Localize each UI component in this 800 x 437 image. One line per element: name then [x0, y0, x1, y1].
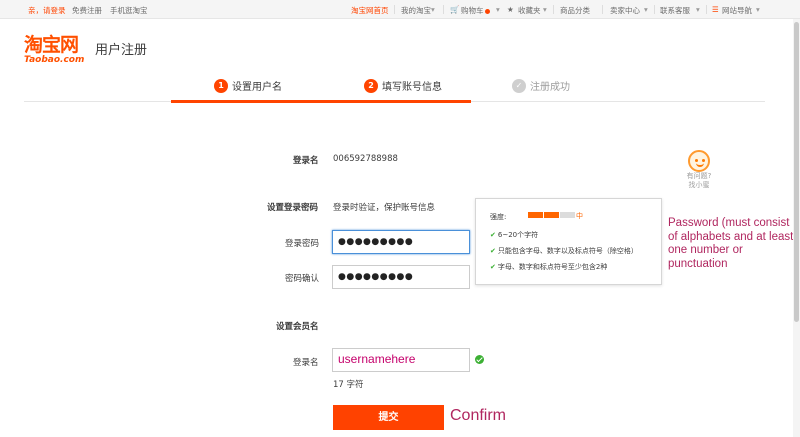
help-assistant[interactable]: 有问题? 找小蜜 [681, 146, 717, 198]
password-section-label: 设置登录密码 [267, 203, 319, 213]
member-section-label: 设置会员名 [276, 322, 319, 332]
strength-label: 强度: [490, 213, 507, 221]
password-label: 登录密码 [285, 239, 320, 249]
step-number: 2 [364, 78, 378, 93]
rule-text: 6~20个字符 [497, 231, 539, 239]
confirm-password-value: ●●●●●●●●● [338, 272, 414, 282]
step-set-username: 1 设置用户名 [214, 78, 282, 96]
check-icon: ✔ [490, 231, 496, 239]
step-1-indicator [171, 100, 321, 103]
member-name-input[interactable]: usernamehere [332, 348, 470, 372]
login-link[interactable]: 亲，请登录 [28, 5, 66, 16]
success-check-icon [475, 355, 484, 364]
rule-text: 只能包含字母、数字以及标点符号（除空格） [497, 247, 638, 255]
login-name-value: 006592788988 [333, 154, 398, 164]
step-label: 注册成功 [530, 82, 570, 93]
divider [394, 5, 395, 14]
step-label: 填写账号信息 [382, 82, 442, 93]
register-link[interactable]: 免费注册 [72, 5, 102, 16]
password-section-hint: 登录时验证，保护账号信息 [333, 203, 436, 213]
check-icon: ✓ [512, 78, 526, 93]
confirm-annotation: Confirm [450, 407, 507, 424]
password-value: ●●●●●●●●● [338, 237, 414, 247]
eye [702, 159, 705, 162]
rule-combination: ✔ 字母、数字和标点符号至少包含2种 [490, 262, 607, 272]
member-name-label: 登录名 [293, 358, 319, 368]
rule-length: ✔ 6~20个字符 [490, 230, 538, 240]
strength-segment [560, 212, 575, 218]
confirm-password-label: 密码确认 [285, 274, 320, 284]
star-icon: ★ [507, 5, 514, 14]
taobao-logo[interactable]: 淘宝网 Taobao.com [24, 35, 90, 65]
logo-text-en: Taobao.com [24, 55, 85, 65]
eye [695, 159, 698, 162]
page-title: 用户注册 [95, 43, 148, 58]
chevron-down-icon: ▾ [756, 5, 760, 14]
step-number: 1 [214, 78, 228, 93]
step-label: 设置用户名 [232, 82, 282, 93]
mouth [696, 163, 704, 167]
rule-text: 字母、数字和标点符号至少包含2种 [497, 263, 608, 271]
categories-link[interactable]: 商品分类 [560, 5, 590, 16]
divider [706, 5, 707, 14]
cart-link[interactable]: 购物车 [461, 5, 490, 16]
logo-text-cn: 淘宝网 [24, 34, 79, 56]
top-bar: 亲，请登录 免费注册 手机逛淘宝 淘宝网首页 我的淘宝 ▾ 🛒 购物车 ▾ ★ … [0, 0, 800, 19]
customer-service-link[interactable]: 联系客服 [660, 5, 690, 16]
check-icon: ✔ [490, 247, 496, 255]
strength-segment [528, 212, 543, 218]
password-strength-tooltip: 强度: 中 ✔ 6~20个字符 ✔ 只能包含字母、数字以及标点符号（除空格） ✔ 字母… [475, 198, 662, 285]
chevron-down-icon: ▾ [644, 5, 648, 14]
assistant-face-icon [688, 150, 710, 172]
scrollbar-thumb[interactable] [794, 22, 799, 322]
cart-icon: 🛒 [450, 5, 460, 14]
mobile-taobao-link[interactable]: 手机逛淘宝 [110, 5, 148, 16]
help-text-2: 找小蜜 [688, 181, 710, 189]
divider [602, 5, 603, 14]
cart-count-badge [484, 8, 490, 14]
confirm-password-input[interactable]: ●●●●●●●●● [332, 265, 470, 289]
favorites-link[interactable]: 收藏夹 [518, 5, 541, 16]
password-input[interactable]: ●●●●●●●●● [332, 230, 470, 254]
step-register-success: ✓ 注册成功 [512, 78, 570, 96]
site-nav-link[interactable]: 网站导航 [722, 5, 752, 16]
taobao-home-link[interactable]: 淘宝网首页 [351, 5, 389, 16]
strength-value: 中 [576, 212, 583, 220]
chevron-down-icon: ▾ [496, 5, 500, 14]
strength-segment [544, 212, 559, 218]
chevron-down-icon: ▾ [696, 5, 700, 14]
help-text-1: 有问题? [686, 172, 712, 180]
char-count: 17 字符 [333, 380, 364, 390]
member-name-value: usernamehere [338, 352, 416, 366]
seller-center-link[interactable]: 卖家中心 [610, 5, 640, 16]
login-name-label: 登录名 [293, 156, 319, 166]
step-2-indicator [321, 100, 471, 103]
divider [443, 5, 444, 14]
submit-button[interactable]: 提交 [333, 405, 444, 430]
my-taobao-link[interactable]: 我的淘宝 [401, 5, 431, 16]
chevron-down-icon: ▾ [431, 5, 435, 14]
step-account-info: 2 填写账号信息 [364, 78, 442, 96]
password-annotation: Password (must consist of alphabets and … [668, 217, 794, 270]
cart-label: 购物车 [461, 6, 484, 15]
divider [654, 5, 655, 14]
menu-icon: ☰ [712, 5, 719, 14]
rule-charset: ✔ 只能包含字母、数字以及标点符号（除空格） [490, 246, 638, 256]
chevron-down-icon: ▾ [543, 5, 547, 14]
check-icon: ✔ [490, 263, 496, 271]
divider [553, 5, 554, 14]
